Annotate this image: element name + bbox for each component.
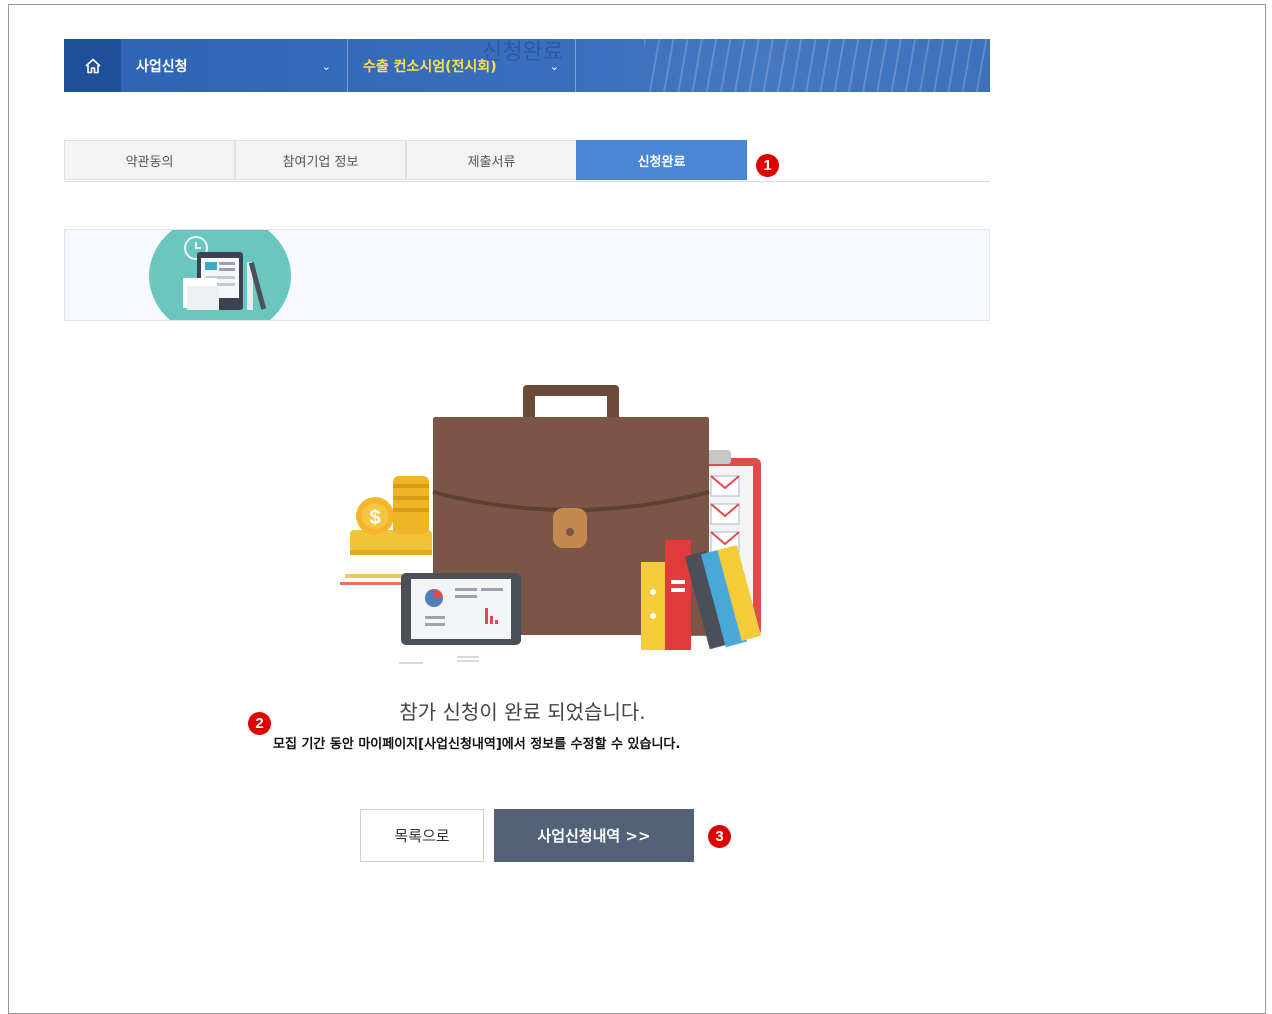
tablet-icon <box>183 236 267 310</box>
coins-icon: $ <box>350 476 432 555</box>
completion-sub-message: 모집 기간 동안 마이페이지[사업신청내역]에서 정보를 수정할 수 있습니다. <box>273 737 681 752</box>
completion-banner-title: 신청완료 <box>482 40 563 65</box>
svg-text:$: $ <box>369 507 380 529</box>
annotation-marker-2: 2 <box>248 712 271 735</box>
annotation-marker-1: 1 <box>756 154 779 177</box>
step-terms-agreement: 약관동의 <box>64 140 235 180</box>
step-documents: 제출서류 <box>406 140 577 180</box>
briefcase-illustration: $ <box>340 385 762 664</box>
completion-message: 참가 신청이 완료 되었습니다. <box>399 700 646 724</box>
step-complete: 신청완료 <box>576 140 747 180</box>
tablet-chart-icon <box>399 573 521 664</box>
annotation-marker-3: 3 <box>708 825 731 848</box>
step-company-info: 참여기업 정보 <box>235 140 406 180</box>
application-history-button[interactable]: 사업신청내역 >> <box>494 809 694 862</box>
completion-banner <box>64 229 990 321</box>
back-to-list-button[interactable]: 목록으로 <box>360 809 484 862</box>
application-steps: 약관동의 참여기업 정보 제출서류 신청완료 <box>64 140 990 182</box>
tablet-document-illustration <box>149 230 291 320</box>
